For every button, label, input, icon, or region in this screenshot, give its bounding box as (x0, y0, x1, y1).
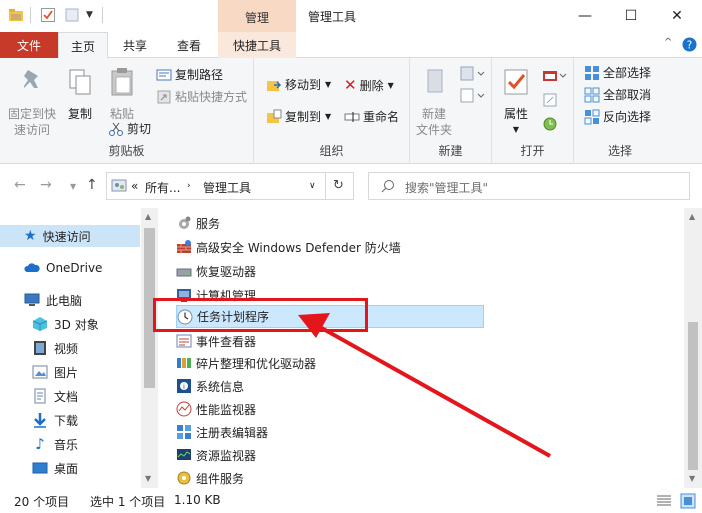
annotation-arrow-shaft (317, 324, 551, 458)
annotation-arrow (298, 313, 551, 458)
annotation-arrow-head (298, 313, 330, 338)
